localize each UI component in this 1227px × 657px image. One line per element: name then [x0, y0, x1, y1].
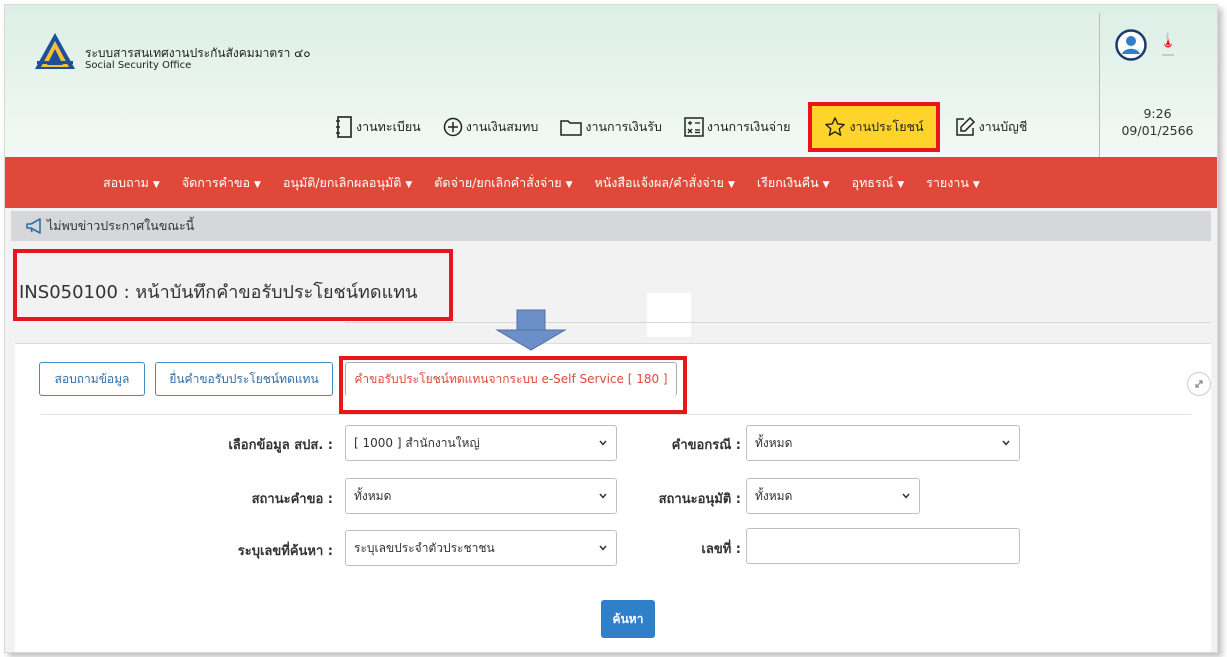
nav-label: หนังสือแจ้งผล/คำสั่งจ่าย	[594, 174, 725, 190]
title-highlight-box	[13, 249, 453, 321]
star-icon	[824, 116, 846, 138]
sso-logo-icon	[35, 33, 75, 69]
approval-status-label: สถานะอนุมัติ :	[658, 492, 741, 507]
tab-inquiry[interactable]: สอบถามข้อมูล	[39, 362, 145, 396]
nav-label: สอบถาม	[103, 174, 149, 190]
current-date: 09/01/2566	[1121, 123, 1194, 138]
branch-label: เลือกข้อมูล สปส. :	[228, 438, 333, 453]
module-registration[interactable]: งานทะเบียน	[335, 107, 421, 147]
caret-down-icon: ▼	[565, 179, 573, 190]
search-button[interactable]: ค้นหา	[601, 600, 655, 638]
request-status-value: ทั้งหมด	[354, 488, 392, 503]
case-select[interactable]: ทั้งหมด	[746, 425, 1020, 461]
nav-approve[interactable]: อนุมัติ/ยกเลิกผลอนุมัติ ▼	[283, 173, 412, 193]
caret-down-icon: ▼	[152, 179, 160, 190]
search-by-label: ระบุเลขที่ค้นหา :	[237, 544, 333, 559]
nav-refund[interactable]: เรียกเงินคืน ▼	[757, 173, 830, 193]
caret-down-icon: ▼	[405, 179, 413, 190]
tab-divider	[41, 414, 1191, 415]
nav-label: จัดการคำขอ	[181, 174, 251, 190]
caret-down-icon: ▼	[728, 179, 735, 190]
brand: ระบบสารสนเทศงานประกันสังคมมาตรา ๔๐ Socia…	[85, 47, 311, 72]
announcement-text: ไม่พบข่าวประกาศในขณะนี้	[47, 218, 195, 233]
nav-label: ตัดจ่าย/ยกเลิกคำสั่งจ่าย	[434, 174, 562, 190]
header: ระบบสารสนเทศงานประกันสังคมมาตรา ๔๐ Socia…	[5, 5, 1217, 157]
caret-down-icon: ▼	[897, 179, 905, 190]
nav-label: เรียกเงินคืน	[756, 174, 819, 190]
expand-icon[interactable]	[1187, 372, 1211, 396]
approval-status-select[interactable]: ทั้งหมด	[746, 478, 920, 514]
nav-inquiry[interactable]: สอบถาม ▼	[103, 173, 160, 193]
header-divider	[1099, 13, 1100, 157]
nav-manage-request[interactable]: จัดการคำขอ ▼	[182, 173, 261, 193]
chevron-down-icon	[599, 493, 607, 499]
plus-circle-icon	[443, 117, 463, 137]
main-nav: สอบถาม ▼ จัดการคำขอ ▼ อนุมัติ/ยกเลิกผลอนุม…	[5, 157, 1217, 208]
module-label: งานประโยชน์	[849, 119, 924, 134]
edit-icon	[954, 116, 976, 138]
caret-down-icon: ▼	[254, 179, 261, 190]
user-avatar-icon[interactable]	[1115, 29, 1147, 61]
search-by-value: ระบุเลขประจำตัวประชาชน	[354, 540, 495, 555]
down-arrow-icon	[495, 309, 567, 351]
nav-cut-payment[interactable]: ตัดจ่าย/ยกเลิกคำสั่งจ่าย ▼	[434, 173, 572, 193]
brand-name-th: ระบบสารสนเทศงานประกันสังคมมาตรา ๔๐	[85, 46, 311, 60]
request-status-label: สถานะคำขอ :	[251, 492, 333, 507]
case-select-value: ทั้งหมด	[755, 435, 793, 450]
nav-label: รายงาน	[926, 174, 969, 190]
tab-highlight-box	[339, 356, 687, 414]
folder-icon	[560, 118, 583, 136]
chevron-down-icon	[599, 545, 607, 551]
content-panel: สอบถามข้อมูล ยื่นคำขอรับประโยชน์ทดแทน คำ…	[15, 343, 1211, 652]
chevron-down-icon	[1002, 440, 1010, 446]
nav-label: อุทธรณ์	[851, 174, 894, 190]
module-label: งานการเงินรับ	[585, 119, 662, 134]
module-label: งานการเงินจ่าย	[706, 119, 791, 134]
module-contribution[interactable]: งานเงินสมทบ	[443, 107, 539, 147]
nav-report[interactable]: รายงาน ▼	[926, 173, 980, 193]
approval-status-value: ทั้งหมด	[755, 488, 793, 503]
number-label: เลขที่ :	[701, 542, 741, 557]
module-finance-receive[interactable]: งานการเงินรับ	[560, 107, 662, 147]
case-label: คำขอกรณี :	[671, 438, 741, 453]
module-accounting[interactable]: งานบัญชี	[954, 107, 1028, 147]
request-status-select[interactable]: ทั้งหมด	[345, 478, 617, 514]
current-time: 9:26	[1143, 106, 1172, 121]
white-patch	[647, 293, 691, 337]
branch-select-value: [ 1000 ] สำนักงานใหญ่	[354, 435, 480, 450]
title-divider	[345, 322, 1211, 323]
search-by-select[interactable]: ระบุเลขประจำตัวประชาชน	[345, 530, 617, 566]
announcement-bar: ไม่พบข่าวประกาศในขณะนี้	[11, 211, 1211, 241]
notification-icon[interactable]	[1158, 31, 1178, 57]
calculator-icon	[684, 117, 704, 137]
module-finance-pay[interactable]: งานการเงินจ่าย	[684, 107, 791, 147]
nav-appeal[interactable]: อุทธรณ์ ▼	[852, 173, 905, 193]
app-window: ระบบสารสนเทศงานประกันสังคมมาตรา ๔๐ Socia…	[4, 4, 1218, 653]
module-benefit[interactable]: งานประโยชน์	[808, 102, 940, 152]
module-label: งานทะเบียน	[356, 119, 421, 134]
notebook-icon	[335, 116, 353, 138]
branch-select[interactable]: [ 1000 ] สำนักงานใหญ่	[345, 425, 617, 461]
chevron-down-icon	[599, 440, 607, 446]
tab-submit-request[interactable]: ยื่นคำขอรับประโยชน์ทดแทน	[155, 362, 333, 396]
megaphone-icon	[25, 218, 45, 234]
number-input[interactable]	[746, 528, 1020, 564]
chevron-down-icon	[902, 493, 910, 499]
datetime: 9:26 09/01/2566	[1105, 105, 1210, 139]
module-label: งานเงินสมทบ	[465, 119, 539, 134]
module-label: งานบัญชี	[978, 119, 1028, 134]
nav-label: อนุมัติ/ยกเลิกผลอนุมัติ	[282, 174, 402, 190]
caret-down-icon: ▼	[822, 179, 830, 190]
nav-notice-letter[interactable]: หนังสือแจ้งผล/คำสั่งจ่าย ▼	[595, 173, 735, 193]
caret-down-icon: ▼	[972, 179, 980, 190]
module-bar: งานทะเบียน งานเงินสมทบ งานการเงินรับ งาน…	[335, 99, 1049, 155]
brand-name-en: Social Security Office	[85, 60, 192, 71]
